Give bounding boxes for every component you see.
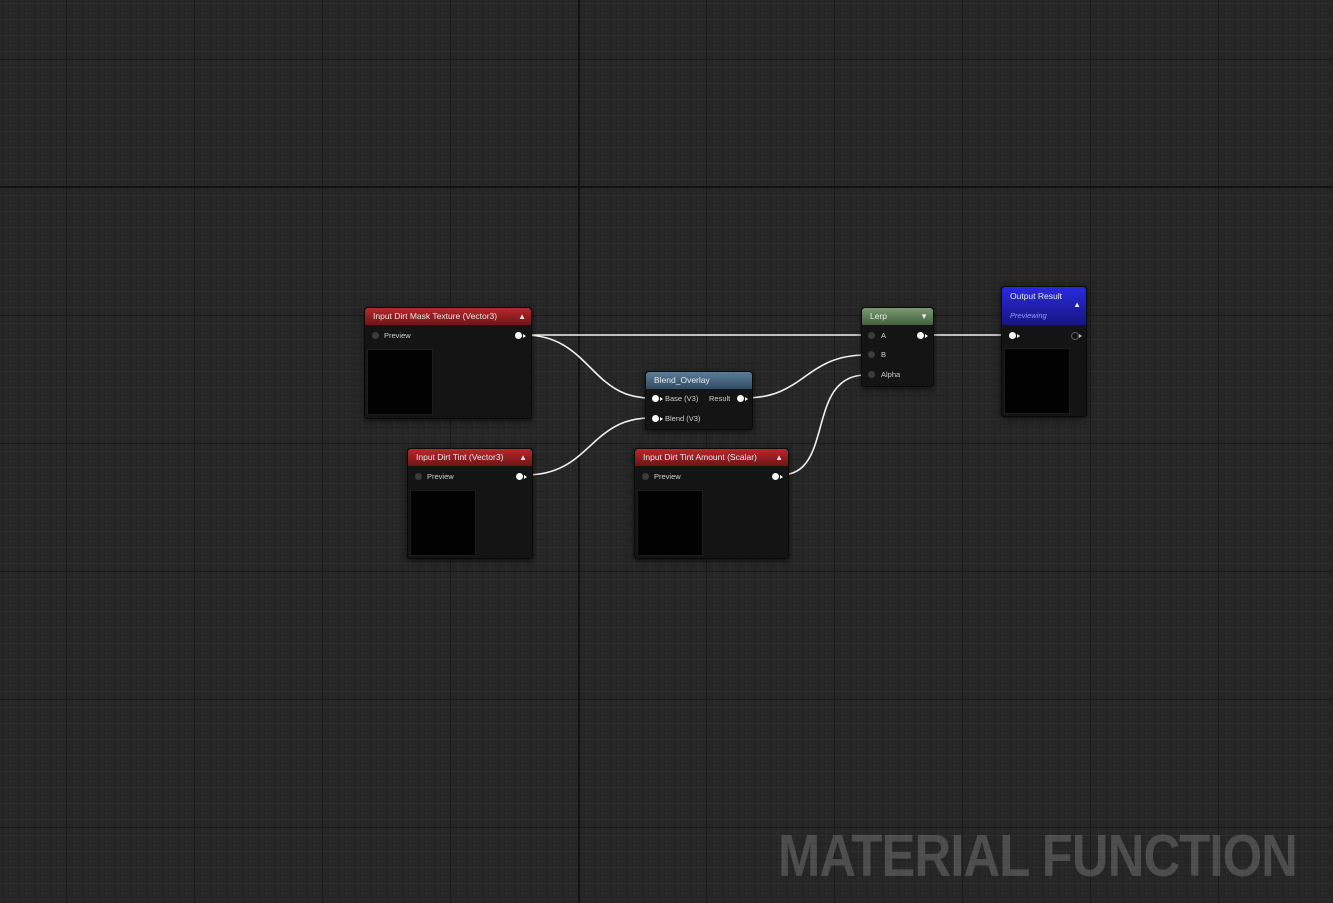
material-function-watermark: MATERIAL FUNCTION [778,823,1298,889]
grid-origin-horizontal-line [0,186,1333,188]
node-input-dirt-tint-amount[interactable]: Input Dirt Tint Amount (Scalar) ▲ Previe… [634,448,789,559]
node-input-dirt-mask-texture[interactable]: Input Dirt Mask Texture (Vector3) ▲ Prev… [364,307,532,419]
grid-origin-vertical-line [578,0,580,903]
output-arrow-icon [1079,334,1082,338]
wire-amount-to-lerp-alpha[interactable] [780,374,867,476]
blend-input-label: Blend (V3) [665,414,701,423]
alpha-input-label: Alpha [881,370,901,379]
chevron-up-icon[interactable]: ▲ [519,449,527,466]
output-input-pin[interactable] [1009,332,1016,339]
b-input-pin[interactable] [868,351,875,358]
output-arrow-icon [780,475,783,479]
output-arrow-icon [523,334,526,338]
node-header[interactable]: Blend_Overlay [646,372,752,389]
chevron-up-icon[interactable]: ▲ [775,449,783,466]
input-arrow-icon [660,417,663,421]
preview-toggle-pin[interactable] [415,473,422,480]
node-title: Lerp [870,311,888,321]
output-arrow-icon [745,397,748,401]
preview-label: Preview [384,331,411,340]
node-input-dirt-tint[interactable]: Input Dirt Tint (Vector3) ▲ Preview [407,448,533,559]
b-input-label: B [881,350,887,359]
node-title: Input Dirt Tint (Vector3) [416,452,504,462]
preview-label: Preview [427,472,454,481]
wire-blend-to-lerp-b[interactable] [744,354,867,399]
wire-tint-to-blend-blend[interactable] [525,417,651,476]
node-title: Input Dirt Tint Amount (Scalar) [643,452,757,462]
preview-thumbnail [637,490,703,556]
alpha-input-pin[interactable] [868,371,875,378]
node-title: Input Dirt Mask Texture (Vector3) [373,311,498,321]
output-pin[interactable] [516,473,523,480]
node-header[interactable]: Input Dirt Tint (Vector3) ▲ [408,449,532,466]
output-pin[interactable] [772,473,779,480]
output-pin[interactable] [515,332,522,339]
preview-thumbnail [367,349,433,415]
output-arrow-icon [524,475,527,479]
node-header[interactable]: Output Result ▲ Previewing [1002,287,1086,325]
node-header[interactable]: Input Dirt Mask Texture (Vector3) ▲ [365,308,531,325]
input-arrow-icon [1017,334,1020,338]
preview-toggle-pin[interactable] [372,332,379,339]
output-pin-hollow[interactable] [1071,332,1079,340]
node-header[interactable]: Input Dirt Tint Amount (Scalar) ▲ [635,449,788,466]
input-arrow-icon [660,397,663,401]
node-title: Output Result [1010,291,1062,301]
blend-input-pin[interactable] [652,415,659,422]
preview-thumbnail [1004,348,1070,414]
output-arrow-icon [925,334,928,338]
node-title: Blend_Overlay [654,375,710,385]
a-input-label: A [881,331,887,340]
chevron-up-icon[interactable]: ▲ [518,308,526,325]
lerp-output-pin[interactable] [917,332,924,339]
node-blend-overlay[interactable]: Blend_Overlay Base (V3) Result Blend (V3… [645,371,753,430]
preview-toggle-pin[interactable] [642,473,649,480]
node-header[interactable]: Lerp ▼ [862,308,933,325]
preview-label: Preview [654,472,681,481]
a-input-pin[interactable] [868,332,875,339]
chevron-down-icon[interactable]: ▼ [920,308,928,325]
result-output-pin[interactable] [737,395,744,402]
wire-mask-to-blend-base[interactable] [523,334,651,399]
result-output-label: Result [709,394,731,403]
base-input-label: Base (V3) [665,394,699,403]
chevron-up-icon[interactable]: ▲ [1073,298,1081,312]
node-output-result[interactable]: Output Result ▲ Previewing [1001,286,1087,417]
node-lerp[interactable]: Lerp ▼ A B Alpha [861,307,934,387]
base-input-pin[interactable] [652,395,659,402]
preview-thumbnail [410,490,476,556]
